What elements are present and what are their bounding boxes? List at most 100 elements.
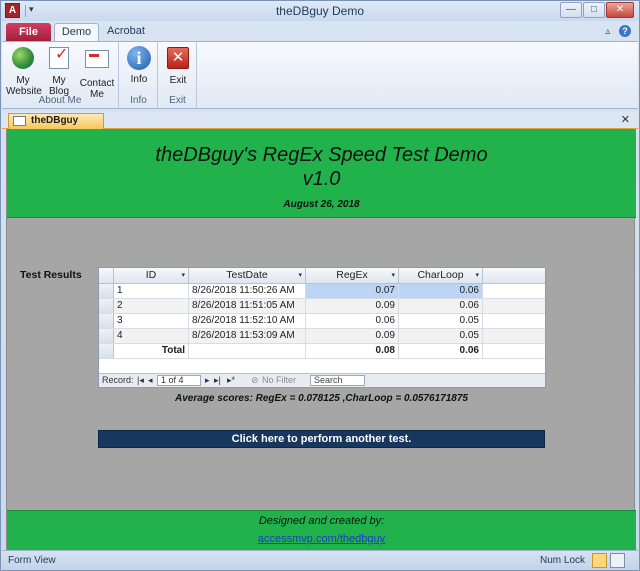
globe-icon [12, 47, 34, 69]
record-selector[interactable] [99, 314, 114, 328]
cell-charloop[interactable]: 0.06 [399, 299, 483, 313]
exit-button[interactable]: ✕ Exit [162, 45, 194, 86]
record-selector[interactable] [99, 329, 114, 343]
status-bar: Form View Num Lock [2, 550, 638, 570]
design-view-icon[interactable] [610, 553, 625, 568]
tab-demo[interactable]: Demo [54, 23, 99, 41]
cell-id[interactable]: 3 [114, 314, 189, 328]
no-filter-label[interactable]: No Filter [262, 374, 296, 387]
search-input[interactable]: Search [310, 375, 365, 386]
document-tab-bar: theDBguy Demo ✕ [2, 112, 638, 140]
contact-me-button[interactable]: Contact Me [77, 45, 117, 100]
status-view-name: Form View [8, 555, 56, 566]
form-icon [13, 116, 26, 126]
document-tab[interactable]: theDBguy Demo [8, 113, 104, 140]
column-dropdown-icon[interactable]: ▾ [181, 268, 185, 283]
record-selector[interactable] [99, 299, 114, 313]
average-scores: Average scores: RegEx = 0.078125 ,CharLo… [175, 393, 468, 404]
column-dropdown-icon[interactable]: ▾ [475, 268, 479, 283]
totals-regex[interactable]: 0.08 [306, 344, 399, 358]
column-header-testdate[interactable]: TestDate ▾ [189, 268, 306, 284]
minimize-button[interactable]: — [560, 2, 582, 18]
form-footer: Designed and created by: accessmvp.com/t… [7, 510, 636, 550]
num-lock-indicator: Num Lock [540, 555, 586, 566]
ribbon-collapse-icon[interactable]: ▵ [605, 26, 610, 37]
test-results-label: Test Results [20, 269, 82, 281]
close-document-icon[interactable]: ✕ [621, 113, 630, 126]
last-record-icon[interactable]: ▸| [214, 374, 221, 387]
cell-id[interactable]: 1 [114, 284, 189, 298]
tab-file[interactable]: File [6, 23, 51, 41]
table-row[interactable]: 2 8/26/2018 11:51:05 AM 0.09 0.06 [99, 299, 545, 314]
totals-charloop[interactable]: 0.06 [399, 344, 483, 358]
cell-testdate[interactable]: 8/26/2018 11:52:10 AM [189, 314, 306, 328]
column-dropdown-icon[interactable]: ▾ [298, 268, 302, 283]
close-window-button[interactable]: ✕ [606, 2, 634, 18]
column-header-regex[interactable]: RegEx ▾ [306, 268, 399, 284]
my-blog-label: My Blog [48, 75, 69, 97]
current-record-field[interactable]: 1 of 4 [157, 375, 201, 386]
column-header-regex-label: RegEx [336, 269, 368, 281]
cell-charloop[interactable]: 0.06 [399, 284, 483, 298]
next-record-icon[interactable]: ▸ [205, 374, 210, 387]
cell-id[interactable]: 4 [114, 329, 189, 343]
cell-regex[interactable]: 0.06 [306, 314, 399, 328]
new-record-icon[interactable]: ▸* [227, 374, 235, 387]
cell-charloop[interactable]: 0.05 [399, 314, 483, 328]
results-datasheet[interactable]: ID ▾ TestDate ▾ RegEx ▾ CharLoop ▾ 1 8/26/20… [98, 267, 546, 388]
first-record-icon[interactable]: |◂ [137, 374, 144, 387]
table-row[interactable]: 3 8/26/2018 11:52:10 AM 0.06 0.05 [99, 314, 545, 329]
no-filter-icon[interactable]: ⊘ [251, 374, 259, 387]
table-row[interactable]: 4 8/26/2018 11:53:09 AM 0.09 0.05 [99, 329, 545, 344]
select-all-corner[interactable] [99, 268, 114, 284]
column-header-charloop-label: CharLoop [417, 269, 464, 281]
cell-regex[interactable]: 0.09 [306, 299, 399, 313]
form-view-icon[interactable] [592, 553, 607, 568]
tab-acrobat[interactable]: Acrobat [101, 23, 151, 41]
run-test-button[interactable]: Click here to perform another test. [98, 430, 545, 448]
table-row[interactable]: 1 8/26/2018 11:50:26 AM 0.07 0.06 [99, 284, 545, 299]
mail-icon [85, 50, 109, 68]
group-about-me-label: About Me [38, 95, 82, 106]
help-icon[interactable]: ? [619, 25, 631, 37]
my-blog-button[interactable]: My Blog [43, 45, 75, 97]
exit-button-label: Exit [169, 75, 187, 86]
blog-icon [49, 47, 69, 69]
previous-record-icon[interactable]: ◂ [148, 374, 153, 387]
my-website-button[interactable]: My Website [5, 45, 42, 97]
cell-testdate[interactable]: 8/26/2018 11:50:26 AM [189, 284, 306, 298]
info-icon: i [127, 46, 151, 70]
group-about-me: My Website My Blog Contact Me About Me [2, 42, 119, 108]
info-button[interactable]: i Info [123, 45, 155, 85]
ribbon-tabs: File Demo Acrobat ▵ ? [1, 21, 639, 41]
exit-icon: ✕ [167, 47, 189, 69]
record-selector [99, 344, 114, 358]
author-link[interactable]: accessmvp.com/thedbguy [7, 533, 636, 545]
cell-testdate[interactable]: 8/26/2018 11:53:09 AM [189, 329, 306, 343]
cell-regex[interactable]: 0.07 [306, 284, 399, 298]
form-title-line2: v1.0 [302, 168, 341, 190]
totals-label: Total [114, 344, 189, 358]
record-navigation: Record: |◂ ◂ 1 of 4 ▸ ▸| ▸* ⊘ No Filter … [99, 373, 545, 387]
info-button-label: Info [130, 74, 148, 85]
footer-credit: Designed and created by: [258, 515, 385, 527]
window-title: theDBguy Demo [275, 4, 365, 18]
maximize-button[interactable]: □ [583, 2, 605, 18]
record-selector[interactable] [99, 284, 114, 298]
column-dropdown-icon[interactable]: ▾ [391, 268, 395, 283]
group-exit: ✕ Exit Exit [159, 42, 197, 108]
form-header: theDBguy's RegEx Speed Test Demo v1.0 Au… [7, 129, 636, 218]
cell-regex[interactable]: 0.09 [306, 329, 399, 343]
datasheet-header: ID ▾ TestDate ▾ RegEx ▾ CharLoop ▾ [99, 268, 545, 284]
group-info-label: Info [130, 95, 147, 106]
cell-testdate[interactable]: 8/26/2018 11:51:05 AM [189, 299, 306, 313]
column-header-id-label: ID [145, 269, 157, 281]
cell-id[interactable]: 2 [114, 299, 189, 313]
cell-charloop[interactable]: 0.05 [399, 329, 483, 343]
column-header-id[interactable]: ID ▾ [114, 268, 189, 284]
record-label: Record: [102, 375, 134, 385]
access-window: A ▾ theDBguy Demo — □ ✕ File Demo Acroba… [0, 0, 640, 571]
title-bar: A ▾ theDBguy Demo — □ ✕ [1, 1, 639, 21]
form-title-line1: theDBguy's RegEx Speed Test Demo [155, 144, 488, 166]
column-header-charloop[interactable]: CharLoop ▾ [399, 268, 483, 284]
